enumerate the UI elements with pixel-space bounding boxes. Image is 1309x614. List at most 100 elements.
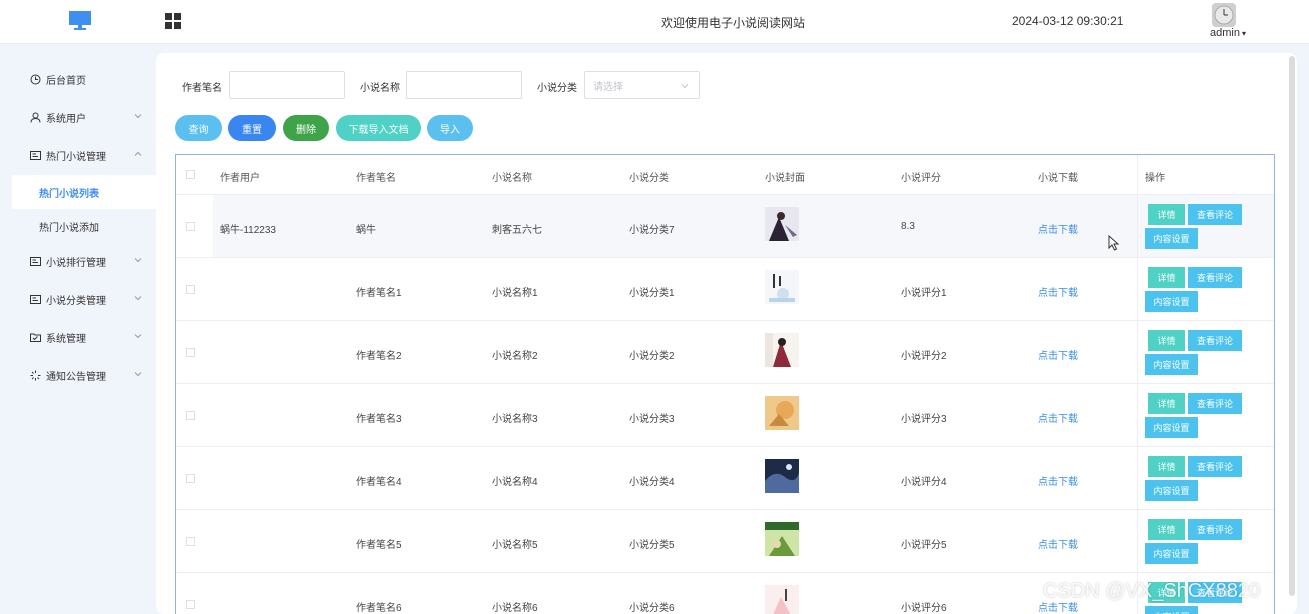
column-header: 作者用户: [220, 173, 260, 184]
chevron-down-icon: [681, 84, 689, 89]
table-row[interactable]: 作者笔名4 小说名称4 小说分类4 小说评分4 点击下载 详情 查看评论 内容设…: [176, 447, 1274, 510]
avatar-clock-icon: [1212, 3, 1236, 27]
cell-novel-name: 小说名称2: [492, 351, 538, 362]
download-link[interactable]: 点击下载: [1038, 536, 1078, 551]
sidebar-item-label: 系统管理: [46, 333, 86, 345]
category-select[interactable]: 请选择: [584, 71, 700, 99]
cell-category: 小说分类1: [629, 288, 675, 299]
reset-button[interactable]: 重置: [228, 115, 276, 141]
select-all-checkbox[interactable]: [186, 170, 195, 179]
content-settings-button[interactable]: 内容设置: [1145, 291, 1198, 312]
chevron-down-icon: [134, 334, 142, 339]
view-comments-button[interactable]: 查看评论: [1188, 519, 1242, 540]
content-settings-button[interactable]: 内容设置: [1145, 228, 1198, 249]
row-checkbox[interactable]: [186, 600, 195, 609]
novel-cover-image: [765, 207, 799, 241]
content-settings-button[interactable]: 内容设置: [1145, 354, 1198, 375]
query-button[interactable]: 查询: [175, 115, 222, 141]
sidebar-item-system-management[interactable]: 系统管理: [0, 320, 156, 354]
folder-icon: [30, 332, 41, 343]
detail-button[interactable]: 详情: [1148, 519, 1185, 540]
sidebar-item-system-users[interactable]: 系统用户: [0, 100, 156, 134]
cell-pen-name: 作者笔名2: [356, 351, 402, 362]
cell-pen-name: 作者笔名1: [356, 288, 402, 299]
category-label: 小说分类: [537, 83, 577, 94]
cell-category: 小说分类7: [629, 225, 675, 236]
cell-pen-name: 作者笔名3: [356, 414, 402, 425]
table-row[interactable]: 作者笔名2 小说名称2 小说分类2 小说评分2 点击下载 详情 查看评论 内容设…: [176, 321, 1274, 384]
novel-table: 作者用户 作者笔名 小说名称 小说分类 小说封面 小说评分 小说下载 操作 蜗牛…: [175, 154, 1275, 614]
view-comments-button[interactable]: 查看评论: [1188, 204, 1242, 225]
download-template-button[interactable]: 下载导入文档: [336, 115, 421, 141]
table-row[interactable]: 作者笔名1 小说名称1 小说分类1 小说评分1 点击下载 详情 查看评论 内容设…: [176, 258, 1274, 321]
novel-cover-image: [765, 522, 799, 556]
cell-rating: 小说评分3: [901, 414, 947, 425]
sidebar-item-label: 热门小说管理: [46, 151, 106, 163]
novel-cover-image: [765, 585, 799, 614]
sidebar-item-label: 通知公告管理: [46, 371, 106, 383]
table-row[interactable]: 作者笔名3 小说名称3 小说分类3 小说评分3 点击下载 详情 查看评论 内容设…: [176, 384, 1274, 447]
cell-category: 小说分类4: [629, 477, 675, 488]
chevron-down-icon: [134, 372, 142, 377]
sidebar-item-novel-category[interactable]: 小说分类管理: [0, 282, 156, 316]
author-pen-input[interactable]: [229, 71, 345, 99]
download-link[interactable]: 点击下载: [1038, 410, 1078, 425]
column-header: 操作: [1145, 173, 1165, 184]
user-menu[interactable]: admin ▾: [1210, 27, 1246, 39]
row-checkbox[interactable]: [186, 348, 195, 357]
cell-category: 小说分类5: [629, 540, 675, 551]
sidebar-item-dashboard[interactable]: 后台首页: [0, 62, 156, 96]
sidebar: 后台首页 系统用户 热门小说管理 热门小说列表 热门小说添加 小说排行管理 小说…: [0, 44, 156, 614]
cell-rating: 小说评分2: [901, 351, 947, 362]
chevron-down-icon: ▾: [1241, 29, 1246, 38]
novel-cover-image: [765, 270, 799, 304]
cell-rating: 小说评分6: [901, 603, 947, 614]
import-button[interactable]: 导入: [427, 115, 473, 141]
detail-button[interactable]: 详情: [1148, 456, 1185, 477]
user-icon: [30, 112, 41, 123]
novel-name-input[interactable]: [406, 71, 522, 99]
cell-rating: 小说评分1: [901, 288, 947, 299]
sidebar-item-hot-novels[interactable]: 热门小说管理: [0, 138, 156, 172]
row-checkbox[interactable]: [186, 474, 195, 483]
cell-novel-name: 小说名称3: [492, 414, 538, 425]
sidebar-subitem-hot-novel-add[interactable]: 热门小说添加: [12, 209, 156, 243]
download-link[interactable]: 点击下载: [1038, 473, 1078, 488]
view-comments-button[interactable]: 查看评论: [1188, 267, 1242, 288]
column-header: 小说封面: [765, 173, 805, 184]
detail-button[interactable]: 详情: [1148, 267, 1185, 288]
delete-button[interactable]: 删除: [283, 115, 329, 141]
view-comments-button[interactable]: 查看评论: [1188, 330, 1242, 351]
download-link[interactable]: 点击下载: [1038, 221, 1078, 236]
content-settings-button[interactable]: 内容设置: [1145, 606, 1198, 614]
row-checkbox[interactable]: [186, 222, 195, 231]
row-checkbox[interactable]: [186, 537, 195, 546]
page-scrollbar[interactable]: [1289, 56, 1295, 596]
cell-rating: 小说评分5: [901, 540, 947, 551]
download-link[interactable]: 点击下载: [1038, 284, 1078, 299]
detail-button[interactable]: 详情: [1148, 204, 1185, 225]
chevron-down-icon: [134, 114, 142, 119]
cell-rating: 小说评分4: [901, 477, 947, 488]
content-settings-button[interactable]: 内容设置: [1145, 417, 1198, 438]
sidebar-subitem-hot-novel-list[interactable]: 热门小说列表: [12, 175, 156, 209]
avatar[interactable]: [1212, 3, 1236, 27]
sidebar-item-novel-ranking[interactable]: 小说排行管理: [0, 244, 156, 278]
detail-button[interactable]: 详情: [1148, 330, 1185, 351]
row-checkbox[interactable]: [186, 285, 195, 294]
table-row[interactable]: 作者笔名5 小说名称5 小说分类5 小说评分5 点击下载 详情 查看评论 内容设…: [176, 510, 1274, 573]
sidebar-item-notices[interactable]: 通知公告管理: [0, 358, 156, 392]
cell-category: 小说分类2: [629, 351, 675, 362]
list-icon: [30, 256, 41, 267]
download-link[interactable]: 点击下载: [1038, 347, 1078, 362]
content-settings-button[interactable]: 内容设置: [1145, 543, 1198, 564]
view-comments-button[interactable]: 查看评论: [1188, 456, 1242, 477]
row-checkbox[interactable]: [186, 411, 195, 420]
cell-novel-name: 刺客五六七: [492, 225, 542, 236]
content-settings-button[interactable]: 内容设置: [1145, 480, 1198, 501]
username: admin: [1210, 27, 1240, 39]
detail-button[interactable]: 详情: [1148, 393, 1185, 414]
view-comments-button[interactable]: 查看评论: [1188, 393, 1242, 414]
cell-novel-name: 小说名称6: [492, 603, 538, 614]
chevron-down-icon: [134, 296, 142, 301]
